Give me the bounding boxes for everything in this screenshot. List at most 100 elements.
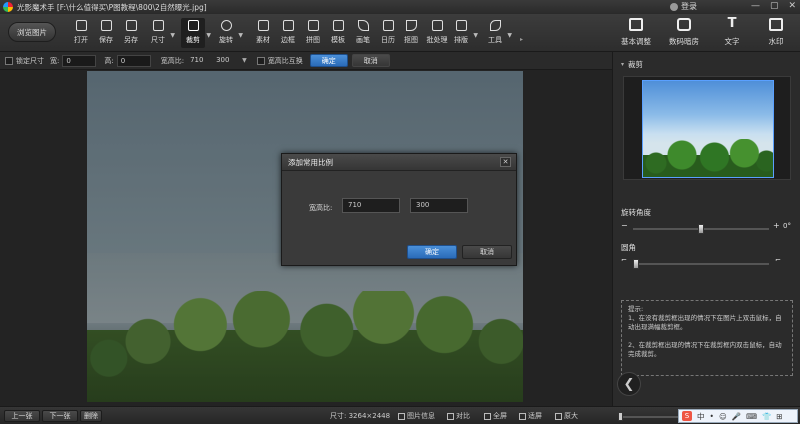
tool-tools[interactable]: 工具 ▼ <box>484 18 512 48</box>
batch-icon <box>431 20 443 31</box>
tool-open[interactable]: 打开 <box>70 18 92 48</box>
image-info-label: 图片信息 <box>407 412 435 420</box>
zoom-slider-knob[interactable] <box>618 412 623 421</box>
ime-grid-icon[interactable]: ⊞ <box>776 412 782 421</box>
tab-text[interactable]: T 文字 <box>712 17 752 47</box>
dialog-cancel-button[interactable]: 取消 <box>462 245 512 259</box>
crop-section-header[interactable]: ▾ 裁剪 <box>621 59 643 70</box>
ime-mic-icon[interactable]: 🎤 <box>732 412 741 421</box>
tool-brush[interactable]: 画笔 <box>352 18 374 48</box>
width-label: 宽: <box>50 56 60 65</box>
login-label: 登录 <box>681 2 697 11</box>
compare-label: 对比 <box>456 412 470 420</box>
compare-button[interactable]: 对比 <box>447 411 470 421</box>
ime-logo-icon[interactable]: S <box>682 411 692 421</box>
tool-label: 边框 <box>281 36 295 44</box>
resize-icon <box>152 20 164 31</box>
tool-template[interactable]: 模板 <box>327 18 349 48</box>
original-size-button[interactable]: 原大 <box>555 411 578 421</box>
width-input[interactable]: 0 <box>62 54 97 67</box>
tool-calendar[interactable]: 日历 <box>377 18 399 48</box>
tool-rotate[interactable]: 旋转 ▼ <box>215 18 243 48</box>
tool-collage[interactable]: 拼图 <box>302 18 324 48</box>
rotate-value: 0° <box>783 222 791 230</box>
restore-button[interactable]: ▢ <box>770 1 779 11</box>
round-corner-slider[interactable] <box>633 259 769 269</box>
ime-keyboard-icon[interactable]: ⌨ <box>746 412 757 421</box>
tool-label: 模板 <box>331 36 345 44</box>
tool-layout[interactable]: 排版 ▼ <box>450 18 478 48</box>
dialog-ok-button[interactable]: 确定 <box>407 245 457 259</box>
border-icon <box>282 20 294 31</box>
zoom-slider[interactable] <box>618 412 678 421</box>
dropdown-arrow-icon[interactable]: ▼ <box>238 32 243 39</box>
tab-darkroom[interactable]: 数码暗房 <box>664 17 704 47</box>
crop-cancel-button[interactable]: 取消 <box>351 54 390 67</box>
dialog-ratio-height-input[interactable]: 300 <box>410 198 468 213</box>
swap-ratio-checkbox[interactable] <box>256 56 265 65</box>
ratio-label: 宽高比: <box>160 56 185 65</box>
ime-emoji-icon[interactable]: ☺ <box>719 412 727 421</box>
ime-punct[interactable]: • <box>710 412 714 421</box>
prev-image-button[interactable]: 上一张 <box>4 410 40 422</box>
rotate-plus-icon[interactable]: + <box>773 221 780 230</box>
ratio-height-value[interactable]: 300 <box>213 55 237 67</box>
compare-icon <box>447 412 454 420</box>
browse-images-button[interactable]: 浏览图片 <box>8 22 56 42</box>
dialog-ratio-width-input[interactable]: 710 <box>342 198 400 213</box>
height-label: 高: <box>104 56 114 65</box>
tool-save[interactable]: 保存 <box>95 18 117 48</box>
ratio-width-value[interactable]: 710 <box>187 55 211 67</box>
lock-size-checkbox[interactable] <box>5 56 13 65</box>
tool-save-as[interactable]: 另存 <box>120 18 142 48</box>
dialog-ratio-label: 宽高比: <box>309 204 333 212</box>
more-tools-icon[interactable]: ▸ <box>520 36 523 43</box>
tool-material[interactable]: 素材 <box>252 18 274 48</box>
dropdown-arrow-icon[interactable]: ▼ <box>473 32 478 39</box>
preview-image[interactable] <box>642 80 774 178</box>
dropdown-arrow-icon[interactable]: ▼ <box>206 32 211 39</box>
info-icon <box>398 412 405 420</box>
minimize-button[interactable]: — <box>751 1 760 11</box>
login-button[interactable]: 登录 <box>670 1 697 12</box>
wrench-icon <box>489 20 501 31</box>
ime-skin-icon[interactable]: 👕 <box>762 412 771 421</box>
tool-batch[interactable]: 批处理 <box>424 18 450 48</box>
image-info-button[interactable]: 图片信息 <box>398 411 435 421</box>
tab-watermark[interactable]: 水印 <box>756 17 796 47</box>
preview-trees <box>643 139 773 177</box>
app-logo-icon <box>3 2 13 12</box>
close-button[interactable]: ✕ <box>788 1 796 11</box>
rotate-slider[interactable] <box>633 224 769 234</box>
height-input[interactable]: 0 <box>116 54 151 67</box>
layout-icon <box>455 20 467 31</box>
tab-label: 基本调整 <box>621 37 651 46</box>
tool-border[interactable]: 边框 <box>277 18 299 48</box>
rotate-minus-icon[interactable]: − <box>621 221 628 230</box>
rotate-slider-knob[interactable] <box>698 224 704 234</box>
tab-label: 文字 <box>724 37 740 46</box>
crop-preview <box>623 76 791 180</box>
ime-mode[interactable]: 中 <box>697 411 705 422</box>
fullscreen-button[interactable]: 全屏 <box>484 411 507 421</box>
ratio-dropdown-icon[interactable]: ▼ <box>242 57 247 64</box>
panel-collapse-button[interactable]: ❮ <box>617 372 641 396</box>
tool-size[interactable]: 尺寸 ▼ <box>147 18 175 48</box>
material-icon <box>257 20 269 31</box>
round-corner-slider-knob[interactable] <box>633 259 639 269</box>
fullscreen-icon <box>484 412 491 420</box>
tab-basic-adjust[interactable]: 基本调整 <box>616 17 656 47</box>
cutout-icon <box>405 20 417 31</box>
dialog-close-icon[interactable]: ✕ <box>500 157 511 167</box>
image-size-info: 尺寸: 3264×2448 <box>330 412 391 420</box>
crop-options-bar: 锁定尺寸 宽: 0 高: 0 宽高比: 710 300 ▼ 宽高比互换 确定 取… <box>0 52 612 70</box>
tool-cutout[interactable]: 抠图 <box>400 18 422 48</box>
next-image-button[interactable]: 下一张 <box>42 410 78 422</box>
brush-icon <box>357 20 369 31</box>
dropdown-arrow-icon[interactable]: ▼ <box>170 32 175 39</box>
crop-confirm-button[interactable]: 确定 <box>309 54 348 67</box>
tool-crop[interactable]: 裁剪 ▼ <box>181 18 211 48</box>
fit-screen-button[interactable]: 适屏 <box>519 411 542 421</box>
dropdown-arrow-icon[interactable]: ▼ <box>507 32 512 39</box>
delete-button[interactable]: 删除 <box>80 410 102 422</box>
